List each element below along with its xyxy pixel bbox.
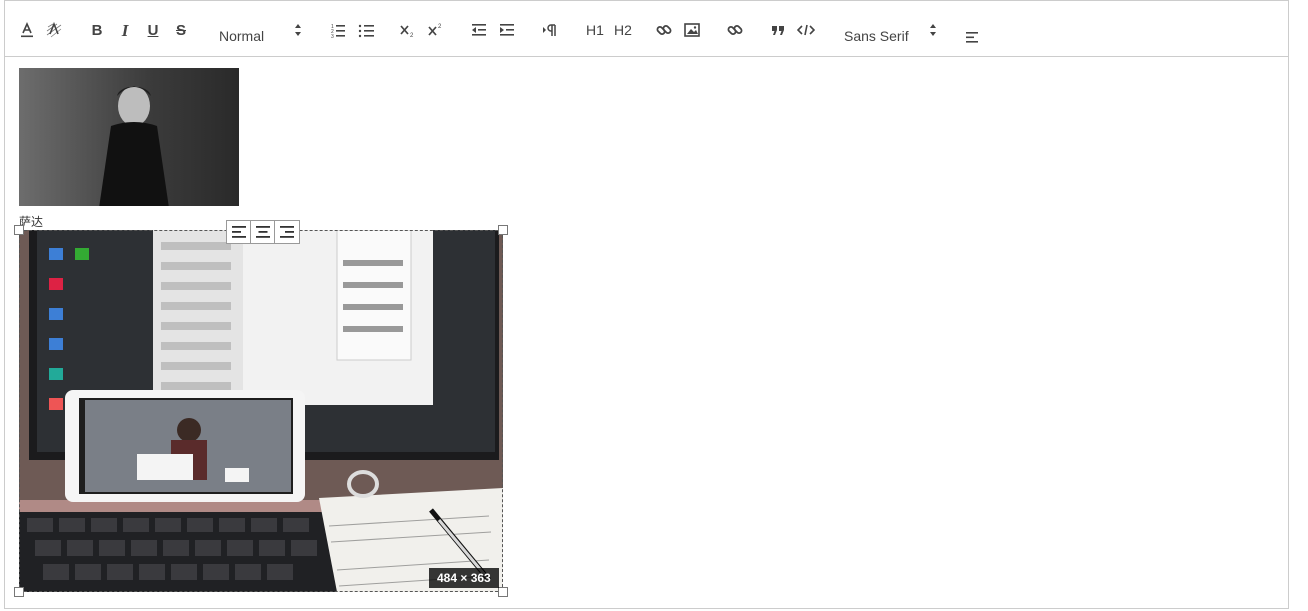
header-1-button[interactable]: H1 [581,18,609,42]
header-1-icon: H1 [586,22,604,38]
font-family-picker[interactable]: Sans Serif [844,21,944,45]
laptop-photo[interactable] [19,230,503,592]
underline-button[interactable]: U [141,18,165,42]
header-picker[interactable]: Normal [219,21,309,45]
superscript-icon[interactable]: 2 [424,18,448,42]
resize-handle-bottom-left[interactable] [14,587,24,597]
resize-handle-bottom-right[interactable] [498,587,508,597]
underline-icon: U [147,21,159,39]
outdent-icon[interactable] [467,18,491,42]
strikethrough-button[interactable]: S [169,18,193,42]
ordered-list-icon[interactable]: 1 2 3 [326,18,350,42]
rich-text-editor: B I U S Normal 1 2 3 2 2 H1 H2 Sans Seri… [4,0,1289,609]
blockquote-icon[interactable] [766,18,790,42]
subscript-icon[interactable]: 2 [396,18,420,42]
align-center-button[interactable] [251,221,275,243]
header-2-button[interactable]: H2 [609,18,637,42]
indent-icon[interactable] [495,18,519,42]
align-left-icon [231,226,246,238]
text-color-icon[interactable] [15,18,39,42]
align-right-icon [280,226,294,238]
strikethrough-icon: S [175,21,186,39]
align-left-icon[interactable] [960,25,984,49]
link-icon[interactable] [723,18,747,42]
bullet-list-icon[interactable] [354,18,378,42]
editor-toolbar: B I U S Normal 1 2 3 2 2 H1 H2 Sans Seri… [5,1,1288,57]
image-align-toolbar [226,220,300,244]
background-color-icon[interactable] [42,18,66,42]
resize-handle-top-right[interactable] [498,225,508,235]
align-right-button[interactable] [275,221,299,243]
font-family-picker-label: Sans Serif [844,28,909,44]
bold-button[interactable]: B [85,18,109,42]
bold-icon: B [91,21,103,39]
image-size-badge: 484 × 363 [429,568,499,588]
link-icon[interactable] [652,18,676,42]
align-left-button[interactable] [227,221,251,243]
align-center-icon [255,226,270,238]
text-direction-icon[interactable] [538,18,562,42]
svg-text:2: 2 [410,33,414,39]
italic-icon: I [121,20,129,40]
chevron-up-down-icon [295,24,301,36]
italic-button[interactable]: I [113,18,137,42]
resize-handle-top-left[interactable] [14,225,24,235]
svg-text:3: 3 [331,34,334,39]
header-picker-label: Normal [219,28,265,44]
code-block-icon[interactable] [794,18,818,42]
header-2-icon: H2 [614,22,632,38]
laptop-photo-illustration [19,230,503,592]
image-icon[interactable] [680,18,704,42]
person-silhouette [99,86,169,206]
portrait-image [19,68,239,206]
editor-content[interactable]: 萨达 484 × 363 [5,57,1288,608]
svg-text:2: 2 [438,24,442,30]
chevron-up-down-icon [930,24,936,36]
